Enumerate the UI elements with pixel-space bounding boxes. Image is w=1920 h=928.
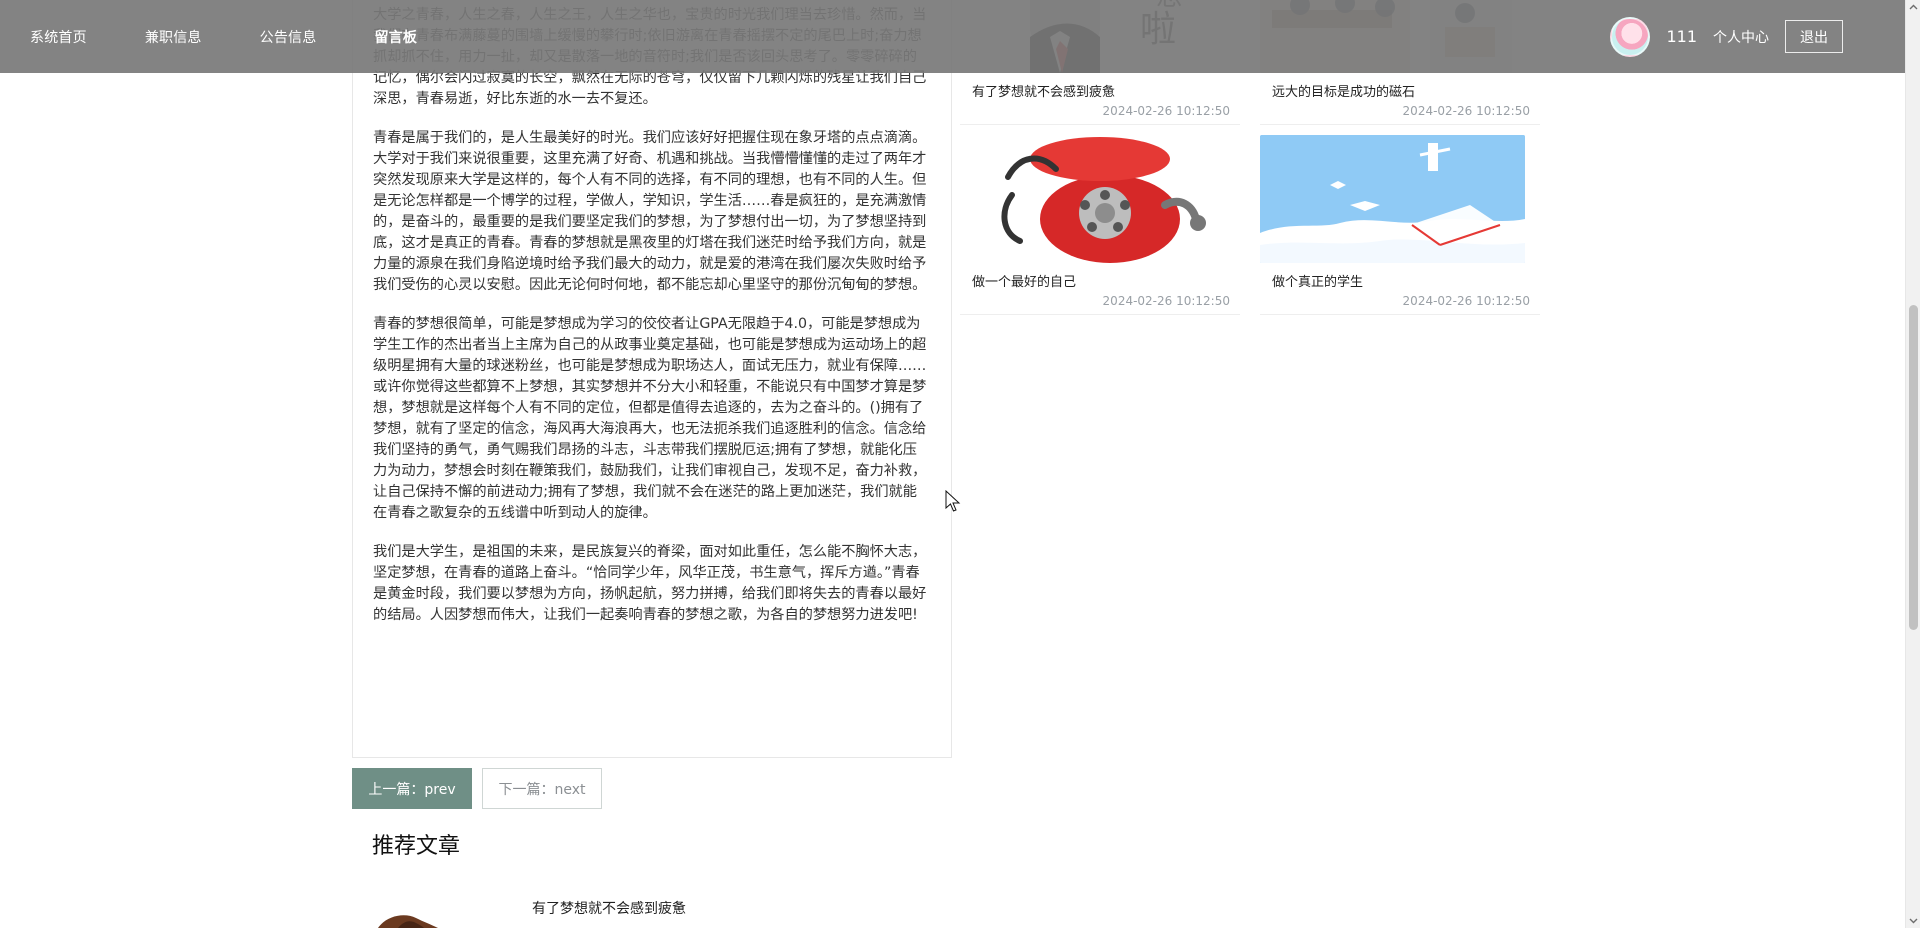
top-navigation-bar: 系统首页 兼职信息 公告信息 留言板 111 个人中心 退出 [0,0,1905,73]
card-divider [960,314,1240,315]
scrollbar-thumb[interactable] [1909,305,1918,630]
card-title[interactable]: 有了梦想就不会感到疲惫 [960,81,1240,100]
nav-home[interactable]: 系统首页 [30,27,87,47]
recommended-article-title[interactable]: 有了梦想就不会感到疲惫 [532,898,686,918]
scroll-down-icon[interactable] [1909,916,1918,925]
card-title[interactable]: 做个真正的学生 [1260,271,1540,290]
nav-announcements[interactable]: 公告信息 [260,27,317,47]
username: 111 [1666,27,1697,46]
card-divider [1260,314,1540,315]
prev-next-pagination: 上一篇：prev 下一篇：next [352,768,602,809]
card-title[interactable]: 做一个最好的自己 [960,271,1240,290]
main-nav: 系统首页 兼职信息 公告信息 留言板 [30,0,417,73]
nav-part-time-info[interactable]: 兼职信息 [145,27,202,47]
card-image[interactable] [960,135,1225,263]
next-article-button[interactable]: 下一篇：next [482,768,602,809]
mouse-cursor-icon [945,489,961,512]
article-paragraph: 青春是属于我们的，是人生最美好的时光。我们应该好好把握住现在象牙塔的点点滴滴。大… [373,130,927,293]
logout-button[interactable]: 退出 [1785,20,1843,53]
card-time: 2024-02-26 10:12:50 [1402,294,1530,308]
card-item[interactable]: 做个真正的学生 2024-02-26 10:12:50 [1260,135,1540,315]
scroll-up-icon[interactable] [1909,3,1918,12]
article-paragraph: 我们是大学生，是祖国的未来，是民族复兴的脊梁，面对如此重任，怎么能不胸怀大志，坚… [373,544,927,623]
card-divider [1260,124,1540,125]
nav-message-board[interactable]: 留言板 [374,27,417,47]
card-title[interactable]: 远大的目标是成功的磁石 [1260,81,1540,100]
recommended-article-thumbnail[interactable] [368,910,468,928]
card-time: 2024-02-26 10:12:50 [1402,104,1530,118]
article-content: 大学之青春，人生之春，人生之王，人生之华也，宝贵的时光我们理当去珍惜。然而，当我… [352,0,952,758]
card-divider [960,124,1240,125]
card-item[interactable]: 做一个最好的自己 2024-02-26 10:12:50 [960,135,1240,315]
user-area: 111 个人中心 退出 [1610,0,1843,73]
card-time: 2024-02-26 10:12:50 [1102,294,1230,308]
card-time: 2024-02-26 10:12:50 [1102,104,1230,118]
recommended-articles-title: 推荐文章 [372,834,461,859]
card-image[interactable] [1260,135,1525,263]
prev-article-button[interactable]: 上一篇：prev [352,768,472,809]
page-scrollbar[interactable] [1905,0,1920,928]
article-paragraph: 青春的梦想很简单，可能是梦想成为学习的佼佼者让GPA无限趋于4.0，可能是梦想成… [373,316,927,521]
avatar[interactable] [1610,16,1651,57]
profile-center-link[interactable]: 个人中心 [1713,27,1769,47]
